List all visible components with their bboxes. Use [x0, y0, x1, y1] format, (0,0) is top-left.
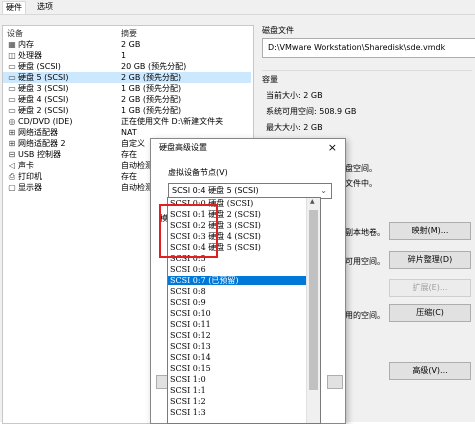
device-row[interactable]: ▦ 内存 2 GB — [3, 39, 251, 50]
max-size: 最大大小: 2 GB — [266, 123, 323, 132]
device-row[interactable]: ▭ 硬盘 5 (SCSI) 2 GB (预先分配) — [3, 72, 251, 83]
hard-disk-icon: ▭ — [8, 84, 16, 93]
usb-icon: ⊟ — [8, 150, 16, 159]
speaker-icon: ◁ — [8, 161, 16, 170]
dialog-title-bar: 硬盘高级设置 × — [151, 139, 345, 157]
device-summary: 20 GB (预先分配) — [121, 62, 187, 71]
device-summary: 1 GB (预先分配) — [121, 84, 182, 93]
device-row[interactable]: ◎ CD/DVD (IDE) 正在使用文件 D:\新建文件夹 — [3, 116, 251, 127]
defrag-button[interactable]: 碎片整理(D) — [389, 251, 471, 269]
tab-options[interactable]: 选项 — [34, 1, 56, 13]
partial-text-3: 副本地卷。 — [345, 228, 385, 237]
summary-column-header[interactable]: 摘要 — [121, 28, 137, 39]
scrollbar-thumb[interactable] — [309, 210, 318, 390]
node-option[interactable]: SCSI 1:0 — [168, 375, 308, 384]
device-summary: 正在使用文件 D:\新建文件夹 — [121, 117, 224, 126]
node-option[interactable]: SCSI 0:15 — [168, 364, 308, 373]
device-name: 打印机 — [18, 172, 42, 181]
hard-disk-icon: ▭ — [8, 73, 16, 82]
current-size: 当前大小: 2 GB — [266, 91, 323, 100]
expand-button[interactable]: 扩展(E)... — [389, 279, 471, 297]
dialog-button-fragment-right[interactable] — [327, 375, 343, 389]
device-name: 网络适配器 — [18, 128, 58, 137]
disk-file-label: 磁盘文件 — [262, 26, 294, 35]
device-name: 处理器 — [18, 51, 42, 60]
device-summary: 存在 — [121, 150, 137, 159]
device-summary: 自动检测 — [121, 161, 153, 170]
node-option[interactable]: SCSI 0:11 — [168, 320, 308, 329]
device-summary: NAT — [121, 128, 137, 137]
node-option[interactable]: SCSI 0:7 (已预留) — [168, 276, 308, 285]
device-name: 硬盘 2 (SCSI) — [18, 106, 69, 115]
device-name: 声卡 — [18, 161, 34, 170]
partial-text-1: 盘空间。 — [345, 164, 377, 173]
chevron-down-icon: ⌄ — [320, 186, 327, 195]
tab-hardware[interactable]: 硬件 — [2, 1, 26, 14]
device-row[interactable]: ▭ 硬盘 4 (SCSI) 2 GB (预先分配) — [3, 94, 251, 105]
partial-text-4: 可用空间。 — [345, 257, 385, 266]
compact-button[interactable]: 压缩(C) — [389, 304, 471, 322]
scroll-up-icon[interactable]: ▲ — [310, 198, 315, 205]
node-option[interactable]: SCSI 0:14 — [168, 353, 308, 362]
device-summary: 1 — [121, 51, 127, 60]
printer-icon: ⎙ — [8, 172, 16, 181]
device-summary: 2 GB — [121, 40, 141, 49]
cd-dvd-icon: ◎ — [8, 117, 16, 126]
capacity-label: 容量 — [262, 75, 278, 84]
dropdown-scrollbar[interactable]: ▲ — [306, 198, 320, 423]
device-row[interactable]: ▭ 硬盘 (SCSI) 20 GB (预先分配) — [3, 61, 251, 72]
device-summary: 存在 — [121, 172, 137, 181]
display-icon: ▢ — [8, 183, 16, 192]
node-option[interactable]: SCSI 0:8 — [168, 287, 308, 296]
memory-icon: ▦ — [8, 40, 16, 49]
node-option[interactable]: SCSI 0:6 — [168, 265, 308, 274]
device-name: 硬盘 3 (SCSI) — [18, 84, 69, 93]
network-adapter-icon: ⊞ — [8, 128, 16, 137]
annotation-highlight-box — [159, 204, 218, 258]
device-summary: 2 GB (预先分配) — [121, 73, 182, 82]
device-row[interactable]: ▭ 硬盘 2 (SCSI) 1 GB (预先分配) — [3, 105, 251, 116]
node-option[interactable]: SCSI 0:10 — [168, 309, 308, 318]
device-name: 硬盘 5 (SCSI) — [18, 73, 69, 82]
node-option[interactable]: SCSI 0:12 — [168, 331, 308, 340]
close-icon[interactable]: × — [328, 139, 337, 157]
device-name: 网络适配器 2 — [18, 139, 66, 148]
node-option[interactable]: SCSI 1:3 — [168, 408, 308, 417]
device-summary: 1 GB (预先分配) — [121, 106, 182, 115]
node-option[interactable]: SCSI 1:1 — [168, 386, 308, 395]
device-row[interactable]: ◫ 处理器 1 — [3, 50, 251, 61]
advanced-button[interactable]: 高级(V)... — [389, 362, 471, 380]
device-summary: 自动检测 — [121, 183, 153, 192]
node-option[interactable]: SCSI 1:2 — [168, 397, 308, 406]
virtual-node-value: SCSI 0:4 硬盘 5 (SCSI) — [172, 186, 259, 195]
node-option[interactable]: SCSI 0:9 — [168, 298, 308, 307]
hard-disk-icon: ▭ — [8, 62, 16, 71]
device-name: 内存 — [18, 40, 34, 49]
map-button[interactable]: 映射(M)... — [389, 222, 471, 240]
partial-text-2: 文件中。 — [345, 179, 377, 188]
device-summary: 2 GB (预先分配) — [121, 95, 182, 104]
device-name: USB 控制器 — [18, 150, 61, 159]
system-free-space: 系统可用空间: 508.9 GB — [266, 107, 357, 116]
virtual-node-label: 虚拟设备节点(V) — [168, 167, 228, 178]
device-name: 显示器 — [18, 183, 42, 192]
device-name: 硬盘 (SCSI) — [18, 62, 61, 71]
virtual-node-label-text: 虚拟设备节点(V) — [168, 168, 228, 177]
device-row[interactable]: ▭ 硬盘 3 (SCSI) 1 GB (预先分配) — [3, 83, 251, 94]
network-adapter-icon: ⊞ — [8, 139, 16, 148]
device-row[interactable]: ⊞ 网络适配器 NAT — [3, 127, 251, 138]
device-column-header[interactable]: 设备 — [7, 28, 23, 39]
partial-text-5: 用的空间。 — [345, 311, 385, 320]
disk-file-path[interactable]: D:\VMware Workstation\Sharedisk\sde.vmdk — [262, 38, 475, 58]
hard-disk-icon: ▭ — [8, 95, 16, 104]
hard-disk-icon: ▭ — [8, 106, 16, 115]
node-option[interactable]: SCSI 0:13 — [168, 342, 308, 351]
device-summary: 自定义 — [121, 139, 145, 148]
dialog-title: 硬盘高级设置 — [159, 143, 207, 152]
device-name: 硬盘 4 (SCSI) — [18, 95, 69, 104]
device-name: CD/DVD (IDE) — [18, 117, 73, 126]
cpu-icon: ◫ — [8, 51, 16, 60]
tab-bar: 硬件 选项 — [0, 0, 475, 15]
